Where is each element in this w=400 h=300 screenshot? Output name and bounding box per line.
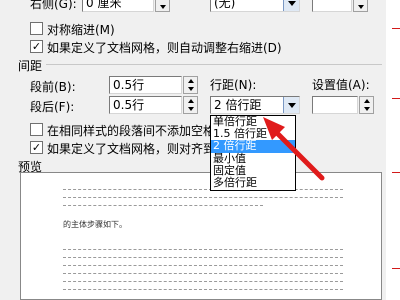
document-margin-strip bbox=[386, 0, 400, 300]
annotation-arrow-icon bbox=[263, 117, 325, 181]
margin-mark bbox=[392, 98, 400, 99]
paragraph-dialog: 右侧(G): 0 厘米 (无) 对称缩进(M) ✓ 如果定义了文档网格，则自动调… bbox=[0, 0, 386, 300]
margin-mark bbox=[392, 268, 400, 269]
margin-mark bbox=[392, 28, 400, 29]
margin-mark bbox=[392, 172, 400, 173]
